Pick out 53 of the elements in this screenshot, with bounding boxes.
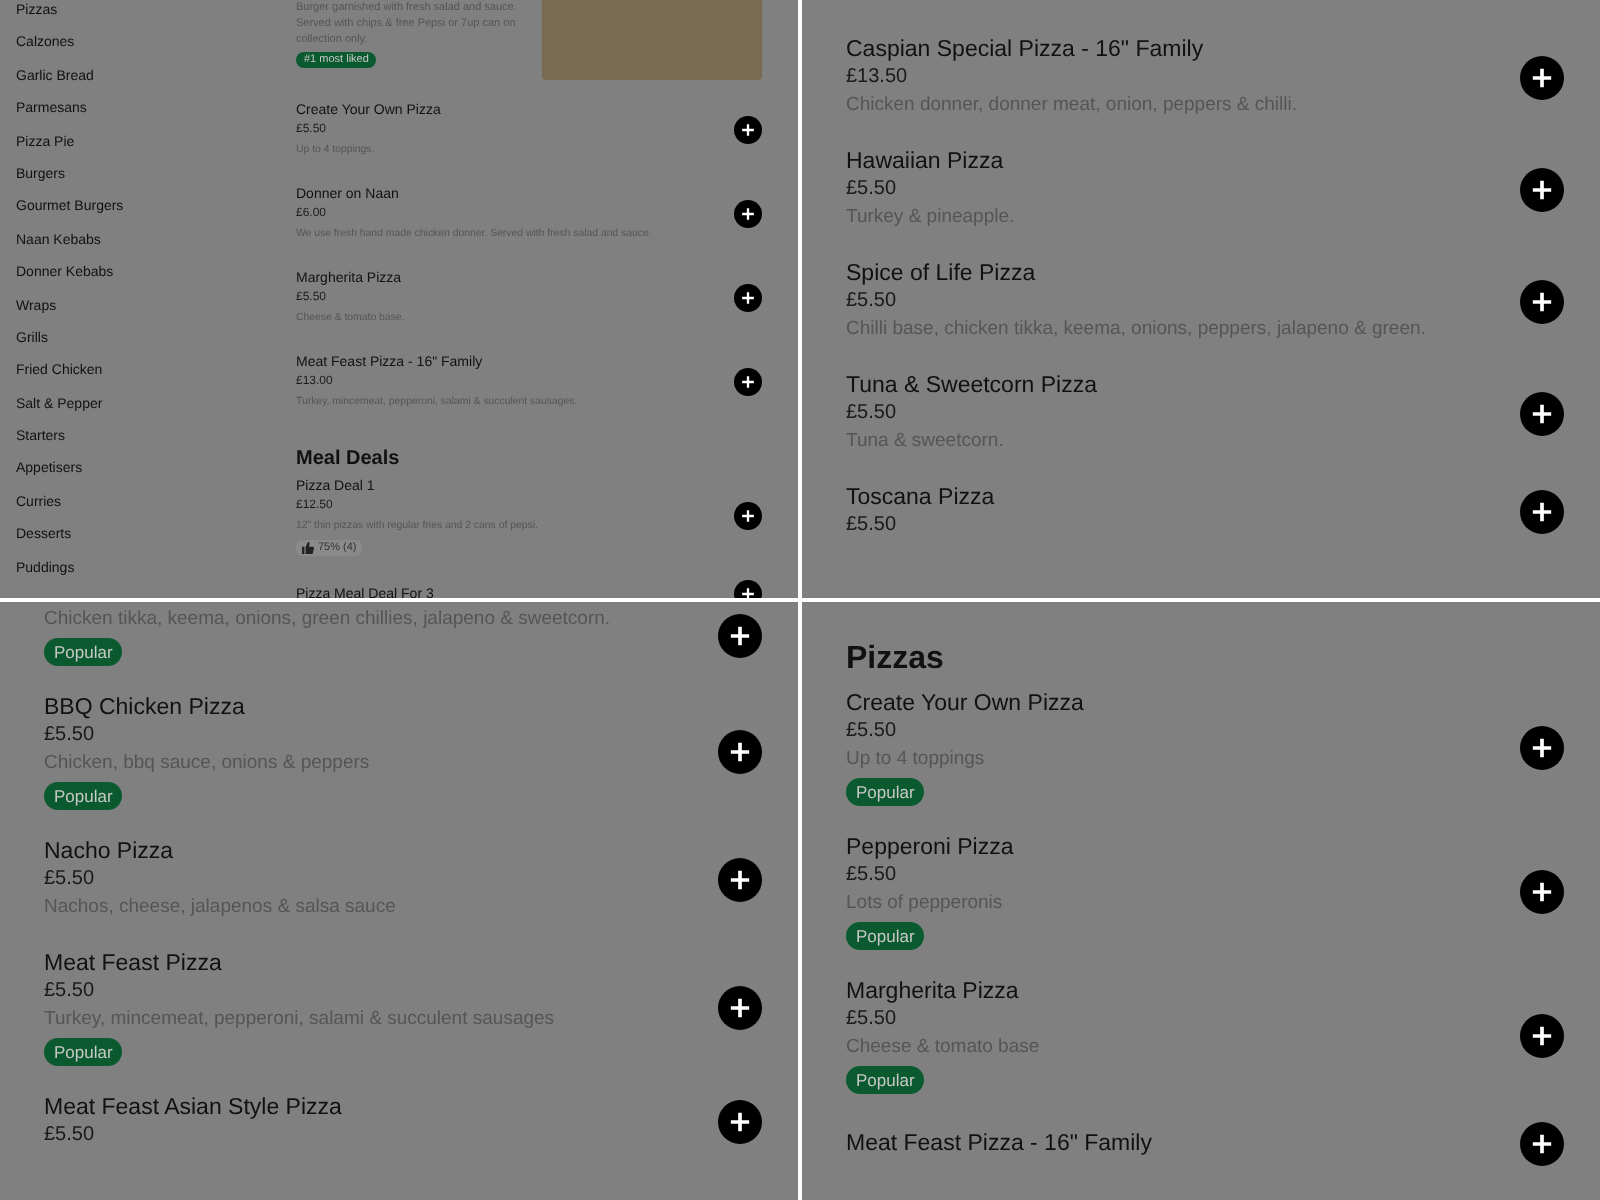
item-price: £13.50: [846, 64, 908, 92]
item-name: Toscana Pizza: [846, 484, 995, 512]
item-name: Caspian Special Pizza - 16" Family: [846, 36, 1204, 64]
add-button[interactable]: [1520, 392, 1564, 436]
popular-badge: Popular: [44, 638, 123, 666]
add-button[interactable]: [1520, 726, 1564, 770]
item-price: £5.50: [846, 862, 897, 890]
add-button[interactable]: [1520, 56, 1564, 100]
section-heading: Meal Deals: [296, 448, 402, 470]
item-name: Meat Feast Pizza - 16" Family: [846, 1130, 1152, 1158]
popular-badge: Popular: [846, 922, 925, 950]
add-button[interactable]: [734, 200, 762, 228]
popular-badge: Popular: [846, 778, 925, 806]
thumbs-up-icon: [302, 542, 314, 554]
item-price: £5.50: [44, 722, 95, 750]
item-price: £5.50: [846, 718, 897, 746]
add-button[interactable]: [1520, 280, 1564, 324]
add-button[interactable]: [718, 858, 762, 902]
item-price: £5.50: [44, 978, 95, 1006]
section-heading: Pizzas: [846, 642, 946, 678]
add-button[interactable]: [1520, 1122, 1564, 1166]
item-name: Meat Feast Pizza: [44, 950, 222, 978]
item-name: Margherita Pizza: [846, 978, 1019, 1006]
item-name: Hawaiian Pizza: [846, 148, 1004, 176]
item-name: Tuna & Sweetcorn Pizza: [846, 372, 1097, 400]
item-price: £5.50: [846, 288, 897, 316]
add-button[interactable]: [1520, 1014, 1564, 1058]
add-button[interactable]: [1520, 870, 1564, 914]
add-button[interactable]: [734, 284, 762, 312]
item-name: Pepperoni Pizza: [846, 834, 1014, 862]
add-button[interactable]: [1520, 490, 1564, 534]
item-price: £5.50: [846, 176, 897, 204]
item-name: Spice of Life Pizza: [846, 260, 1036, 288]
popular-badge: Popular: [44, 782, 123, 810]
item-name: Nacho Pizza: [44, 838, 174, 866]
add-button[interactable]: [718, 730, 762, 774]
item-price: £5.50: [44, 1122, 95, 1150]
add-button[interactable]: [1520, 168, 1564, 212]
item-price: £5.50: [846, 512, 897, 540]
item-price: £5.50: [846, 1006, 897, 1034]
item-price: £5.50: [44, 866, 95, 894]
add-button[interactable]: [718, 986, 762, 1030]
add-button[interactable]: [734, 116, 762, 144]
add-button[interactable]: [718, 1100, 762, 1144]
item-name: Meat Feast Asian Style Pizza: [44, 1094, 342, 1122]
item-name: BBQ Chicken Pizza: [44, 694, 245, 722]
add-button[interactable]: [734, 368, 762, 396]
popular-badge: Popular: [44, 1038, 123, 1066]
popular-badge: Popular: [846, 1066, 925, 1094]
item-price: £5.50: [846, 400, 897, 428]
item-name: Create Your Own Pizza: [846, 690, 1084, 718]
add-button[interactable]: [718, 614, 762, 658]
add-button[interactable]: [734, 502, 762, 530]
